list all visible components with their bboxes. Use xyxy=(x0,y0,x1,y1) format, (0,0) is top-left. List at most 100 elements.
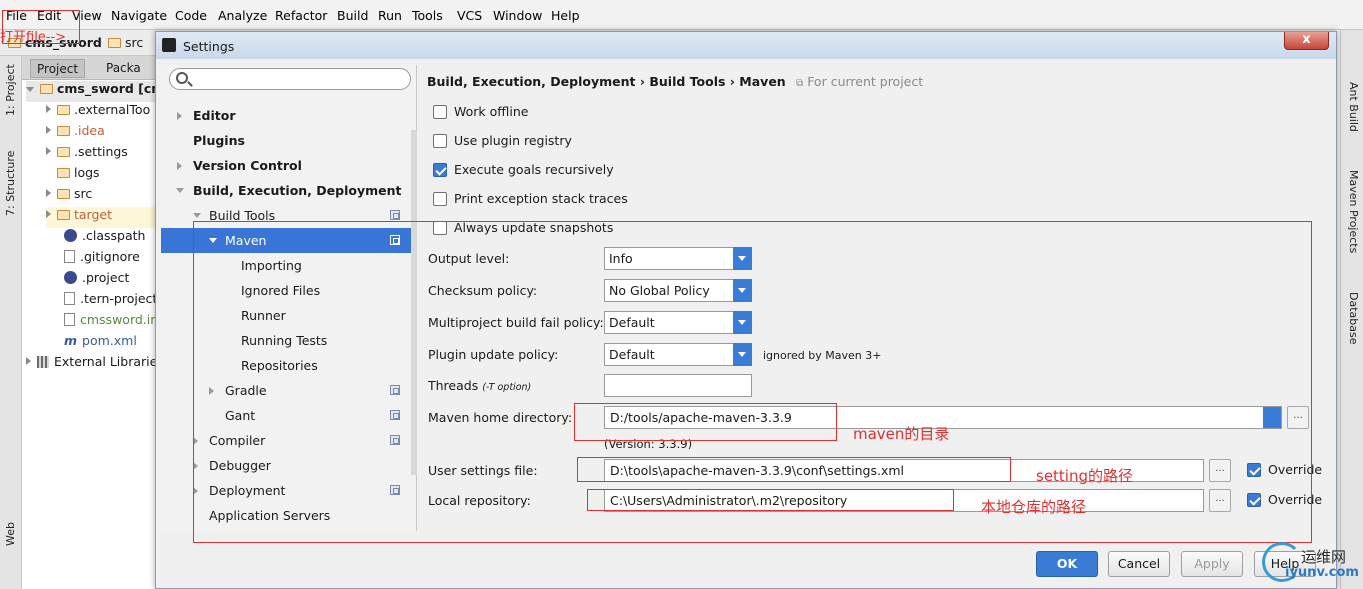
expand-arrow-icon[interactable] xyxy=(46,189,51,197)
plugin-registry-checkbox[interactable]: Use plugin registry xyxy=(433,132,572,152)
threads-input[interactable] xyxy=(604,374,752,397)
dialog-titlebar[interactable]: Settings x xyxy=(156,32,1336,59)
menu-view[interactable]: View xyxy=(72,8,102,23)
output-level-select[interactable]: Info xyxy=(604,247,752,270)
tab-ant-build[interactable]: Ant Build xyxy=(1347,82,1360,132)
menu-navigate[interactable]: Navigate xyxy=(111,8,167,23)
settings-search-input[interactable] xyxy=(169,68,411,90)
browse-maven-home-button[interactable]: ... xyxy=(1287,406,1309,429)
tab-project-tool[interactable]: 1: Project xyxy=(4,64,17,116)
menu-refactor[interactable]: Refactor xyxy=(275,8,327,23)
nav-ignored-files[interactable]: Ignored Files xyxy=(161,278,411,303)
menu-vcs[interactable]: VCS xyxy=(457,8,482,23)
apply-button[interactable]: Apply xyxy=(1181,551,1243,577)
print-traces-checkbox[interactable]: Print exception stack traces xyxy=(433,190,628,210)
expand-arrow-icon[interactable] xyxy=(26,357,31,365)
tree-item[interactable]: External Librarie xyxy=(26,354,159,375)
menu-tools[interactable]: Tools xyxy=(412,8,443,23)
tab-database[interactable]: Database xyxy=(1347,292,1360,345)
expand-arrow-icon[interactable] xyxy=(177,112,182,120)
menu-help[interactable]: Help xyxy=(551,8,580,23)
project-scope-icon xyxy=(390,210,400,220)
checksum-policy-select[interactable]: No Global Policy xyxy=(604,279,752,302)
expand-arrow-icon[interactable] xyxy=(193,437,198,445)
collapse-arrow-icon[interactable] xyxy=(209,238,217,243)
collapse-arrow-icon[interactable] xyxy=(176,188,184,193)
expand-arrow-icon[interactable] xyxy=(46,210,51,218)
tab-packages[interactable]: Packa xyxy=(100,59,147,78)
execute-goals-checkbox[interactable]: Execute goals recursively xyxy=(433,161,614,181)
checkbox-box[interactable] xyxy=(433,134,447,148)
browse-settings-button[interactable]: ... xyxy=(1209,459,1231,482)
nav-maven[interactable]: Maven xyxy=(161,228,411,253)
nav-gradle[interactable]: Gradle xyxy=(161,378,411,403)
dropdown-arrow-icon[interactable] xyxy=(733,311,752,334)
expand-arrow-icon[interactable] xyxy=(46,126,51,134)
plugin-update-select[interactable]: Default xyxy=(604,343,752,366)
expand-arrow-icon[interactable] xyxy=(26,87,34,92)
checkbox-box[interactable] xyxy=(433,105,447,119)
collapse-arrow-icon[interactable] xyxy=(193,213,201,218)
menu-code[interactable]: Code xyxy=(175,8,207,23)
tree-item-label: logs xyxy=(74,165,100,180)
nav-running-tests[interactable]: Running Tests xyxy=(161,328,411,353)
tab-web-tool[interactable]: Web xyxy=(4,522,17,546)
checkbox-box[interactable] xyxy=(1247,493,1261,507)
tab-maven-projects[interactable]: Maven Projects xyxy=(1347,170,1360,253)
nav-gant[interactable]: Gant xyxy=(161,403,411,428)
expand-arrow-icon[interactable] xyxy=(177,162,182,170)
annotation-open-file: 打开file--> xyxy=(0,30,67,45)
close-button[interactable]: x xyxy=(1284,32,1329,50)
dropdown-arrow-icon[interactable] xyxy=(1263,407,1281,428)
tab-project[interactable]: Project xyxy=(30,59,86,78)
nav-build-tools[interactable]: Build Tools xyxy=(161,203,411,228)
dropdown-arrow-icon[interactable] xyxy=(733,343,752,366)
multiproject-policy-label: Multiproject build fail policy: xyxy=(428,315,604,330)
menu-edit[interactable]: Edit xyxy=(37,8,61,23)
override-settings-checkbox[interactable]: Override xyxy=(1247,461,1322,481)
checkbox-box[interactable] xyxy=(433,163,447,177)
browse-repository-button[interactable]: ... xyxy=(1209,489,1231,512)
maven-version-text: (Version: 3.3.9) xyxy=(604,437,693,451)
expand-arrow-icon[interactable] xyxy=(193,462,198,470)
menu-analyze[interactable]: Analyze xyxy=(218,8,267,23)
expand-arrow-icon[interactable] xyxy=(46,147,51,155)
tab-structure-tool[interactable]: 7: Structure xyxy=(4,151,17,216)
tree-item-label: .tern-project xyxy=(80,291,158,306)
expand-arrow-icon[interactable] xyxy=(46,105,51,113)
dropdown-arrow-icon[interactable] xyxy=(733,247,752,270)
tree-item-root[interactable]: cms_sword [cm xyxy=(26,81,159,102)
checkbox-box[interactable] xyxy=(433,221,447,235)
menu-window[interactable]: Window xyxy=(493,8,542,23)
nav-plugins[interactable]: Plugins xyxy=(161,128,411,153)
nav-deployment[interactable]: Deployment xyxy=(161,478,411,503)
checkbox-box[interactable] xyxy=(1247,463,1261,477)
checkbox-box[interactable] xyxy=(433,192,447,206)
breadcrumb-src[interactable]: src xyxy=(108,35,143,50)
nav-debugger[interactable]: Debugger xyxy=(161,453,411,478)
dropdown-arrow-icon[interactable] xyxy=(733,279,752,302)
cancel-button[interactable]: Cancel xyxy=(1108,551,1170,577)
ok-button[interactable]: OK xyxy=(1036,551,1098,577)
nav-version-control[interactable]: Version Control xyxy=(161,153,411,178)
always-update-checkbox[interactable]: Always update snapshots xyxy=(433,219,613,239)
nav-runner[interactable]: Runner xyxy=(161,303,411,328)
local-repository-input[interactable]: C:\Users\Administrator\.m2\repository xyxy=(604,489,1204,512)
override-repository-checkbox[interactable]: Override xyxy=(1247,491,1322,511)
menu-run[interactable]: Run xyxy=(378,8,402,23)
menu-file[interactable]: File xyxy=(6,8,27,23)
work-offline-checkbox[interactable]: Work offline xyxy=(433,103,528,123)
expand-arrow-icon[interactable] xyxy=(209,387,214,395)
nav-editor[interactable]: Editor xyxy=(161,103,411,128)
nav-scrollbar[interactable] xyxy=(411,130,417,475)
multiproject-policy-select[interactable]: Default xyxy=(604,311,752,334)
nav-importing[interactable]: Importing xyxy=(161,253,411,278)
tree-item-label: .project xyxy=(82,270,130,285)
nav-build-execution[interactable]: Build, Execution, Deployment xyxy=(161,178,411,203)
nav-compiler[interactable]: Compiler xyxy=(161,428,411,453)
checkbox-label: Use plugin registry xyxy=(454,133,572,148)
nav-application-servers[interactable]: Application Servers xyxy=(161,503,411,528)
nav-repositories[interactable]: Repositories xyxy=(161,353,411,378)
expand-arrow-icon[interactable] xyxy=(193,487,198,495)
menu-build[interactable]: Build xyxy=(337,8,368,23)
